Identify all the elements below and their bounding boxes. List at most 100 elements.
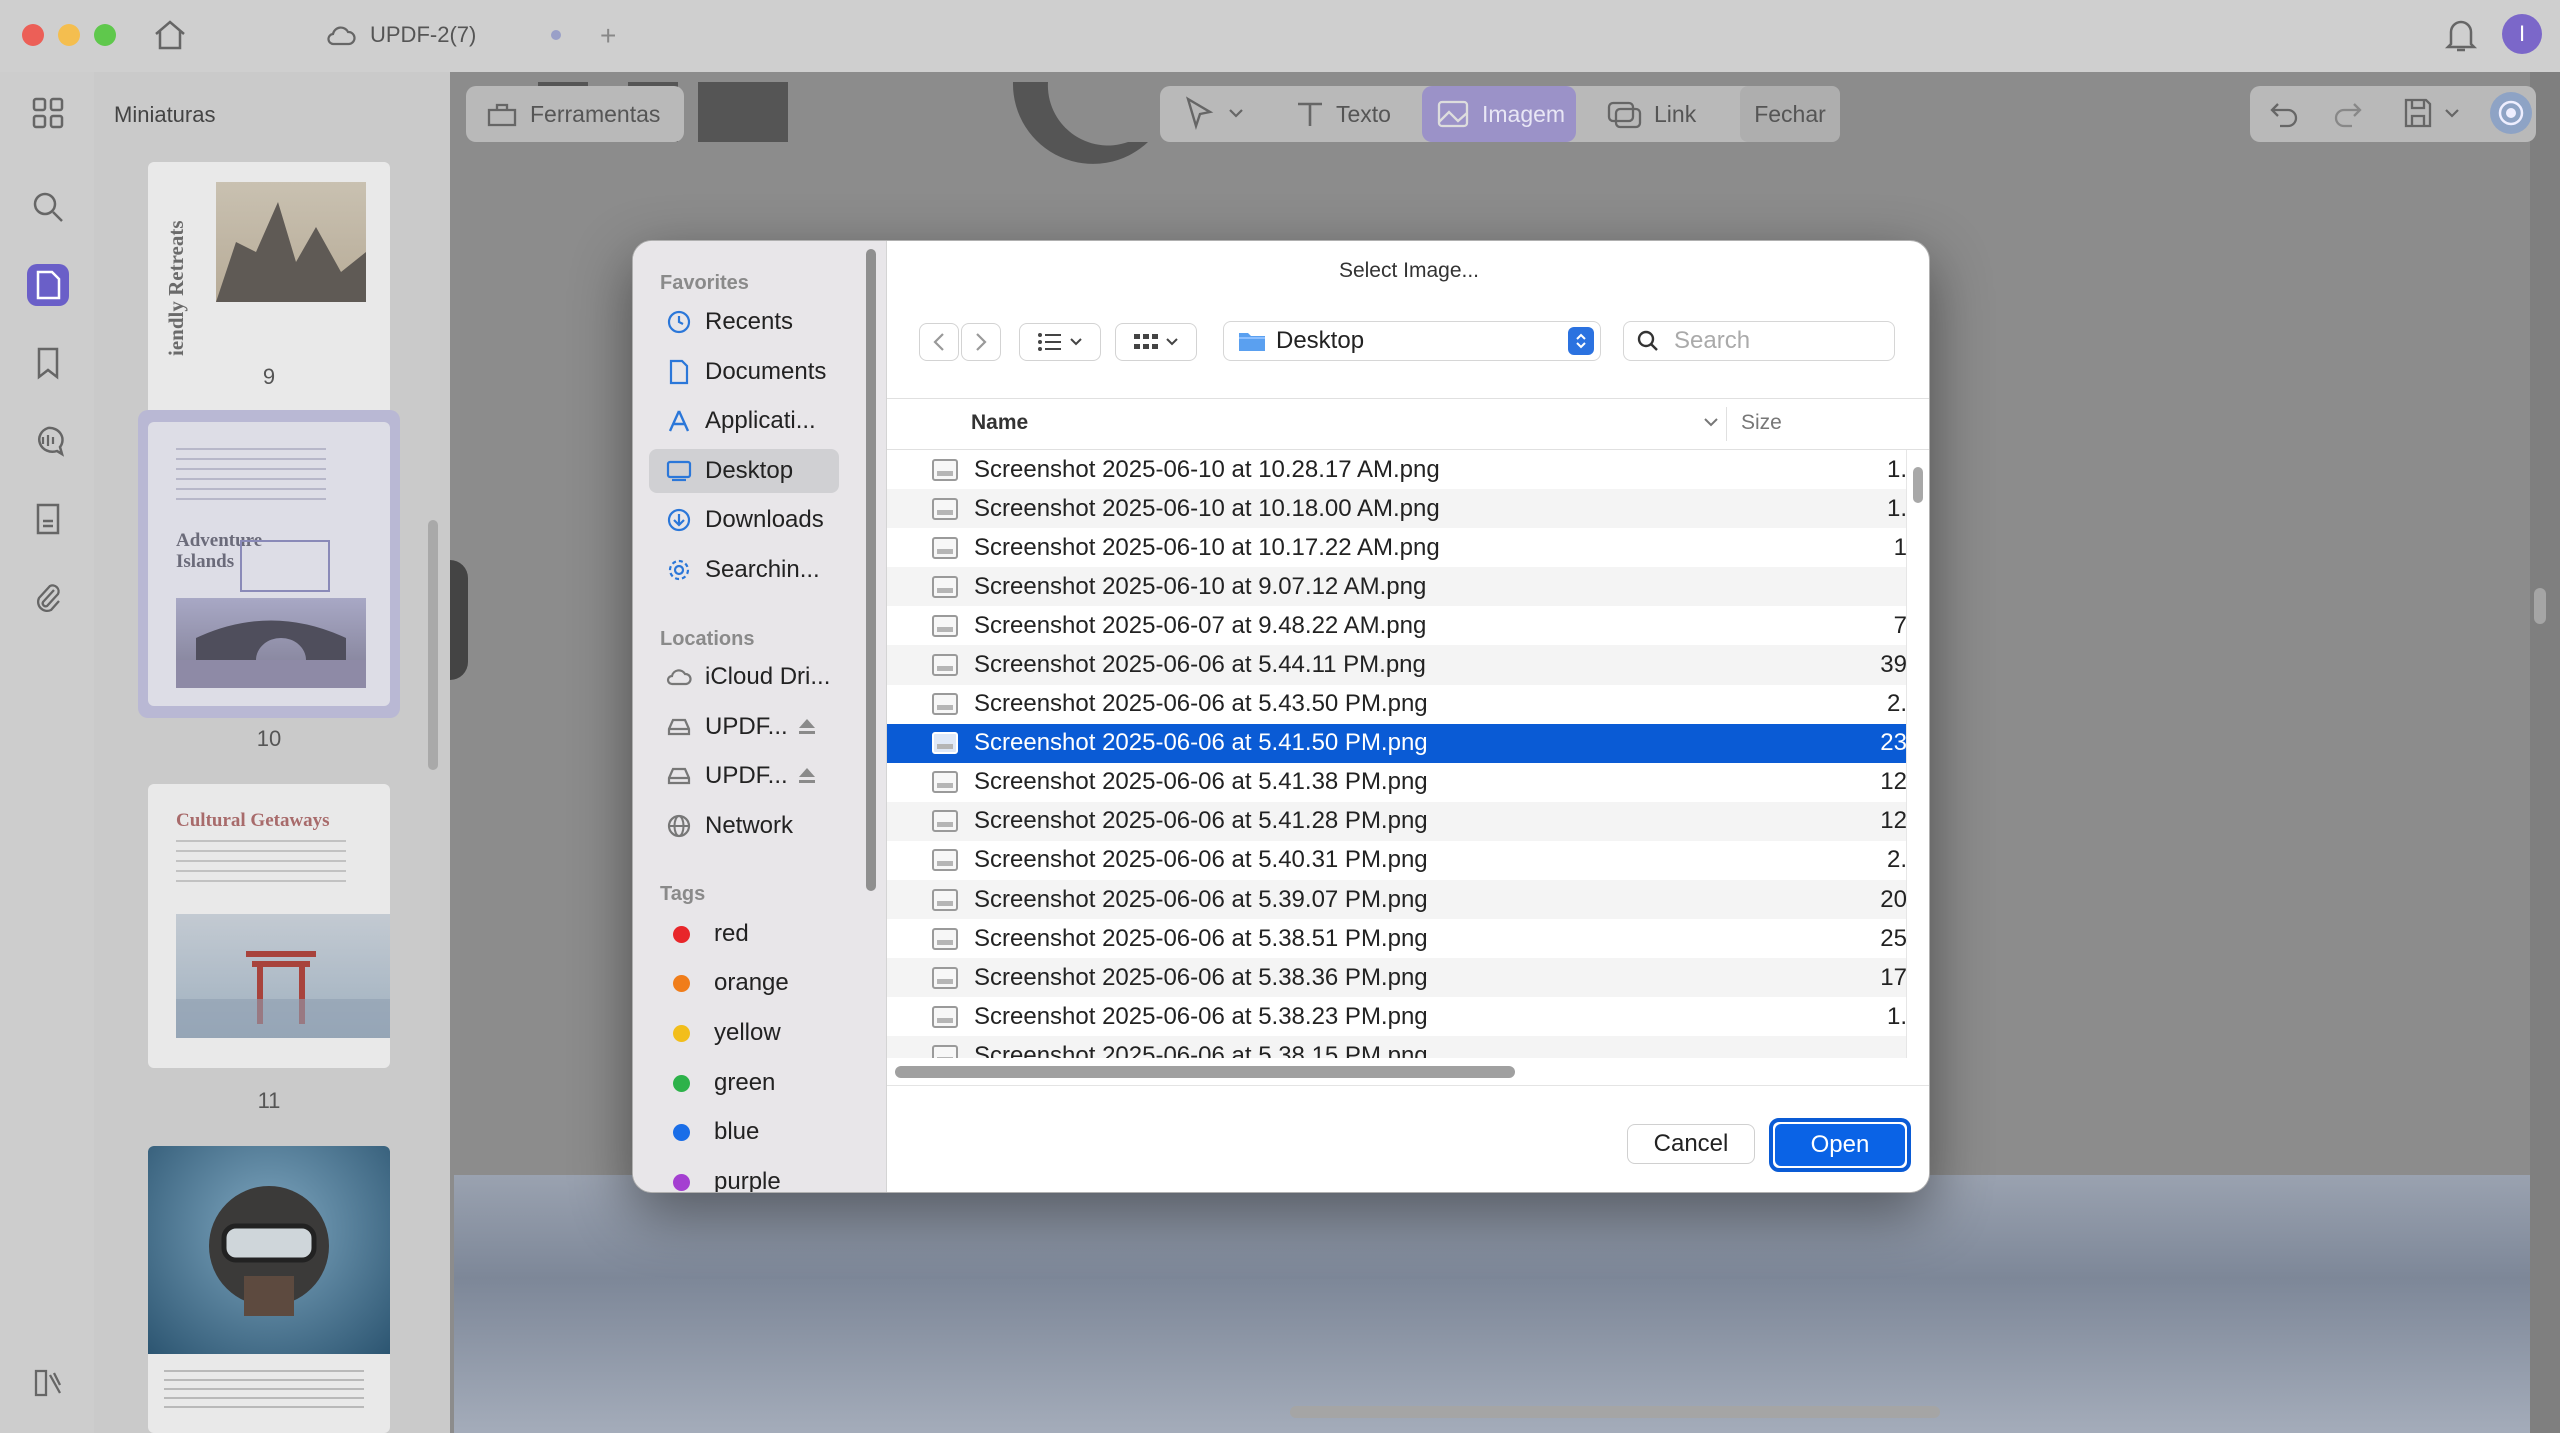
file-size: 1.	[1886, 455, 1907, 483]
bookmark-icon[interactable]	[27, 342, 69, 384]
file-name: Screenshot 2025-06-06 at 5.38.23 PM.png	[974, 1002, 1428, 1030]
sidebar-item-updf-volume-2[interactable]: UPDF...	[649, 754, 839, 798]
image-tool-button[interactable]: Imagem	[1422, 86, 1576, 142]
eject-icon[interactable]	[797, 766, 817, 784]
file-size: 39	[1880, 651, 1907, 679]
zoom-window-button[interactable]	[94, 24, 116, 46]
sidebar-item-downloads[interactable]: Downloads	[649, 498, 839, 542]
link-tool-button[interactable]: Link	[1606, 92, 1696, 136]
sidebar-item-recents[interactable]: Recents	[649, 300, 839, 344]
home-icon[interactable]	[152, 18, 188, 52]
canvas-horizontal-scrollbar[interactable]	[1290, 1406, 1940, 1418]
tag-item-red[interactable]: red	[649, 912, 839, 956]
page-thumbnail-11[interactable]: Cultural Getaways	[148, 784, 390, 1068]
image-file-icon	[932, 654, 958, 677]
cancel-button[interactable]: Cancel	[1627, 1124, 1755, 1164]
file-row[interactable]: Screenshot 2025-06-06 at 5.38.15 PM.png	[887, 1036, 1907, 1058]
sidebar-item-icloud-drive[interactable]: iCloud Dri...	[649, 655, 839, 699]
close-window-button[interactable]	[22, 24, 44, 46]
save-icon	[2404, 98, 2432, 128]
thumbnail-image	[176, 598, 366, 688]
file-row[interactable]: Screenshot 2025-06-10 at 10.28.17 AM.png…	[887, 450, 1907, 489]
page-thumbnail-10[interactable]: Adventure Islands	[148, 422, 390, 706]
file-row[interactable]: Screenshot 2025-06-06 at 5.43.50 PM.png 2…	[887, 685, 1907, 724]
column-divider[interactable]	[1726, 407, 1727, 441]
search-field[interactable]	[1623, 321, 1895, 361]
eject-icon[interactable]	[797, 717, 817, 735]
minimize-window-button[interactable]	[58, 24, 80, 46]
file-row[interactable]: Screenshot 2025-06-07 at 9.48.22 AM.png 7	[887, 606, 1907, 645]
close-edit-button[interactable]: Fechar	[1740, 86, 1840, 142]
file-row[interactable]: Screenshot 2025-06-06 at 5.39.07 PM.png 2…	[887, 880, 1907, 920]
save-button[interactable]	[2402, 96, 2460, 130]
file-row[interactable]: Screenshot 2025-06-06 at 5.38.36 PM.png 1…	[887, 958, 1907, 998]
tag-item-yellow[interactable]: yellow	[649, 1011, 839, 1055]
form-icon[interactable]	[27, 498, 69, 540]
canvas-vertical-scrollbar[interactable]	[2534, 588, 2546, 624]
search-icon[interactable]	[27, 186, 69, 228]
sidebar-item-documents[interactable]: Documents	[649, 350, 839, 394]
tag-item-orange[interactable]: orange	[649, 961, 839, 1005]
image-file-icon	[932, 771, 958, 794]
document-tab-title[interactable]: UPDF-2(7)	[370, 22, 476, 48]
image-file-icon	[932, 927, 958, 950]
back-button[interactable]	[919, 323, 959, 361]
file-list-horizontal-scrollbar[interactable]	[895, 1066, 1515, 1078]
sidebar-item-applications[interactable]: Applicati...	[649, 399, 839, 443]
location-popup[interactable]: Desktop	[1223, 321, 1601, 361]
tools-button[interactable]: Ferramentas	[466, 86, 684, 142]
tag-item-blue[interactable]: blue	[649, 1110, 839, 1154]
sidebar-item-searching[interactable]: Searchin...	[649, 548, 839, 592]
file-row[interactable]: Screenshot 2025-06-06 at 5.38.51 PM.png 2…	[887, 919, 1907, 958]
size-column-header[interactable]: Size	[1741, 411, 1782, 435]
sidebar-item-network[interactable]: Network	[649, 804, 839, 848]
panel-toggle-icon[interactable]	[27, 1362, 69, 1404]
disk-icon	[665, 713, 693, 741]
page-thumbnail-12[interactable]	[148, 1146, 390, 1433]
thumbnails-scrollbar[interactable]	[428, 520, 438, 770]
select-tool-button[interactable]	[1184, 96, 1244, 130]
sidebar-item-updf-volume-1[interactable]: UPDF...	[649, 705, 839, 749]
pages-icon[interactable]	[27, 264, 69, 306]
sort-chevron-icon[interactable]	[1703, 417, 1719, 427]
file-row[interactable]: Screenshot 2025-06-10 at 10.17.22 AM.png…	[887, 528, 1907, 567]
clock-icon	[665, 308, 693, 336]
undo-icon[interactable]	[2268, 98, 2300, 128]
file-row[interactable]: Screenshot 2025-06-06 at 5.40.31 PM.png 2…	[887, 841, 1907, 880]
file-list-vertical-scrollbar[interactable]	[1913, 467, 1923, 503]
sidebar-scrollbar[interactable]	[866, 249, 876, 891]
forward-button[interactable]	[961, 323, 1001, 361]
file-row[interactable]: Screenshot 2025-06-06 at 5.41.28 PM.png 1…	[887, 801, 1907, 841]
group-view-button[interactable]	[1115, 323, 1197, 361]
paperclip-icon[interactable]	[27, 576, 69, 618]
search-input[interactable]	[1674, 327, 1874, 355]
file-name: Screenshot 2025-06-06 at 5.38.15 PM.png	[974, 1041, 1428, 1058]
avatar[interactable]: I	[2502, 14, 2542, 54]
file-row[interactable]: Screenshot 2025-06-10 at 9.07.12 AM.png	[887, 567, 1907, 607]
file-row[interactable]: Screenshot 2025-06-06 at 5.38.23 PM.png 1…	[887, 997, 1907, 1036]
file-name: Screenshot 2025-06-07 at 9.48.22 AM.png	[974, 611, 1427, 639]
new-tab-button[interactable]: +	[600, 20, 616, 52]
thumbnails-title: Miniaturas	[114, 102, 216, 127]
page-shape-fragment	[450, 560, 468, 680]
tag-item-green[interactable]: green	[649, 1061, 839, 1105]
redo-icon[interactable]	[2332, 98, 2364, 128]
comment-icon[interactable]	[27, 420, 69, 462]
ai-assistant-icon[interactable]	[2490, 92, 2532, 134]
file-row[interactable]: Screenshot 2025-06-10 at 10.18.00 AM.png…	[887, 489, 1907, 529]
file-row[interactable]: Screenshot 2025-06-06 at 5.44.11 PM.png 3…	[887, 645, 1907, 685]
bell-icon[interactable]	[2444, 16, 2478, 54]
list-view-button[interactable]	[1019, 323, 1101, 361]
name-column-header[interactable]: Name	[971, 411, 1028, 435]
tools-label: Ferramentas	[530, 100, 661, 127]
file-row[interactable]: Screenshot 2025-06-06 at 5.41.38 PM.png 1…	[887, 763, 1907, 802]
left-tool-rail	[0, 72, 94, 1433]
tag-item-purple[interactable]: purple	[649, 1160, 839, 1192]
image-icon	[1437, 100, 1469, 128]
file-row-selected[interactable]: Screenshot 2025-06-06 at 5.41.50 PM.png 2…	[887, 723, 1907, 763]
grid-icon[interactable]	[27, 92, 69, 134]
sidebar-item-label: UPDF...	[705, 713, 788, 740]
sidebar-item-desktop[interactable]: Desktop	[649, 449, 839, 493]
open-button[interactable]: Open	[1769, 1118, 1911, 1172]
text-tool-button[interactable]: Texto	[1294, 92, 1391, 136]
